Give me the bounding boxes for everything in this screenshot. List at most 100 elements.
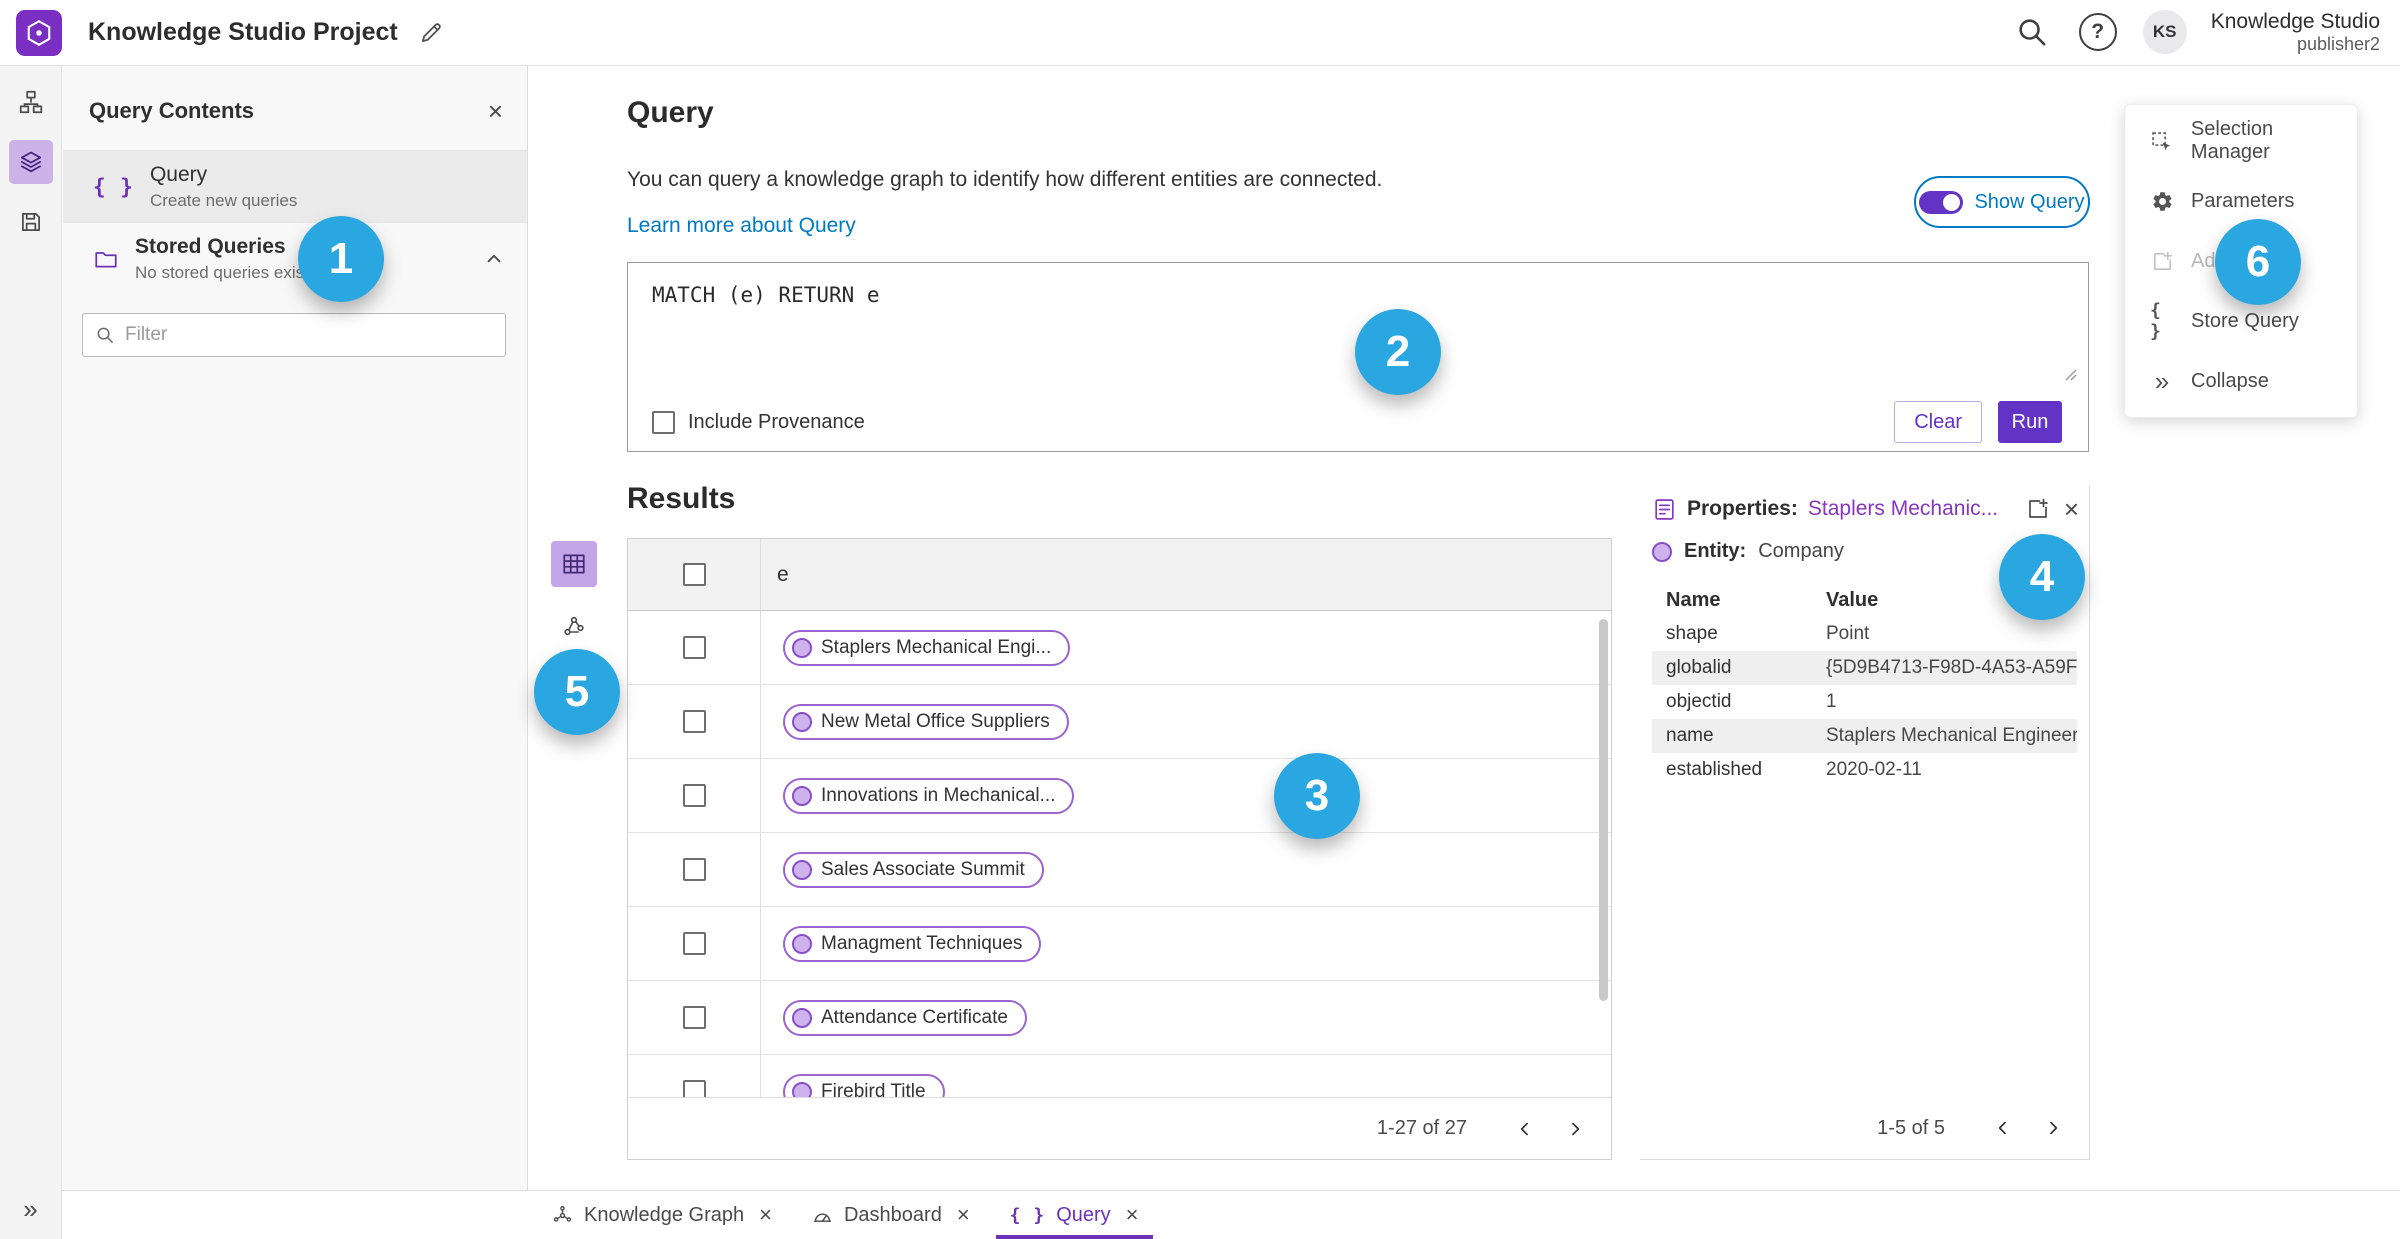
menu-item-selection-manager[interactable]: Selection Manager	[2125, 111, 2357, 171]
run-button[interactable]: Run	[1998, 401, 2062, 443]
search-icon[interactable]	[2011, 11, 2053, 53]
learn-more-link[interactable]: Learn more about Query	[627, 214, 856, 238]
properties-label: Properties:	[1687, 497, 1798, 520]
bottom-tab-bar: Knowledge Graph × Dashboard × { } Query …	[62, 1190, 2400, 1239]
entity-pill[interactable]: Firebird Title	[783, 1073, 945, 1097]
left-icon-rail: »	[0, 66, 62, 1239]
item-sublabel: No stored queries exist	[135, 262, 309, 282]
tab-knowledge-graph[interactable]: Knowledge Graph ×	[532, 1191, 792, 1239]
entity-dot-icon	[792, 637, 812, 658]
table-row[interactable]: Attendance Certificate	[628, 981, 1611, 1055]
table-row[interactable]: Sales Associate Summit	[628, 833, 1611, 907]
braces-icon: { }	[1009, 1204, 1046, 1226]
top-header: Knowledge Studio Project ? KS Knowledge …	[0, 0, 2400, 66]
help-icon[interactable]: ?	[2077, 11, 2119, 53]
entity-dot-icon	[792, 1007, 812, 1028]
entity-dot-icon	[1652, 541, 1672, 562]
panel-title: Query Contents	[89, 98, 255, 123]
collapse-icon: »	[2154, 366, 2170, 396]
query-title: Query	[627, 96, 714, 129]
user-info: Knowledge Studio publisher2	[2211, 10, 2380, 55]
query-description: You can query a knowledge graph to ident…	[627, 168, 1383, 191]
entity-pill[interactable]: Attendance Certificate	[783, 999, 1027, 1036]
entity-pill[interactable]: Managment Techniques	[783, 925, 1042, 962]
properties-table: Name Value shape Point globalid {5D9B4713-…	[1652, 583, 2077, 787]
chevron-up-icon[interactable]	[483, 248, 505, 270]
add-to-new-icon	[2150, 250, 2174, 273]
row-checkbox[interactable]	[682, 1080, 706, 1097]
table-view-icon[interactable]	[551, 541, 597, 587]
item-label: Stored Queries	[135, 234, 286, 258]
show-query-toggle[interactable]: Show Query	[1914, 176, 2090, 228]
table-row[interactable]: Staplers Mechanical Engi...	[628, 611, 1611, 685]
entity-type: Company	[1758, 540, 1844, 562]
row-checkbox[interactable]	[682, 1006, 706, 1029]
results-table: e Staplers Mechanical Engi... New Metal …	[627, 538, 1612, 1160]
link-chart-view-icon[interactable]	[551, 603, 597, 649]
filter-field	[82, 313, 506, 357]
results-scrollbar[interactable]	[1599, 619, 1608, 1001]
close-tab-icon[interactable]: ×	[957, 1204, 970, 1226]
entity-pill[interactable]: Sales Associate Summit	[783, 851, 1044, 888]
close-properties-icon[interactable]: ×	[2064, 496, 2079, 522]
query-editor-footer: Include Provenance Clear Run	[628, 393, 2088, 451]
clear-button[interactable]: Clear	[1894, 401, 1982, 443]
avatar[interactable]: KS	[2142, 10, 2187, 55]
save-icon[interactable]	[9, 200, 53, 244]
toggle-label: Show Query	[1974, 190, 2085, 213]
sidebar-item-stored-queries[interactable]: Stored Queries No stored queries exist	[63, 222, 527, 294]
annotation-badge-2: 2	[1355, 309, 1441, 395]
property-row: shape Point	[1666, 623, 1870, 644]
property-row: established 2020-02-11	[1666, 759, 1922, 780]
header-actions: ? KS Knowledge Studio publisher2	[2011, 10, 2380, 55]
selection-manager-icon	[2150, 130, 2174, 153]
resize-handle[interactable]	[2063, 367, 2079, 383]
row-checkbox[interactable]	[682, 858, 706, 881]
results-title: Results	[627, 482, 736, 515]
table-row[interactable]: New Metal Office Suppliers	[628, 685, 1611, 759]
entity-pill[interactable]: Staplers Mechanical Engi...	[783, 629, 1071, 666]
gear-icon	[2150, 190, 2174, 213]
query-code-input[interactable]: MATCH (e) RETURN e	[652, 283, 880, 307]
row-checkbox[interactable]	[682, 710, 706, 733]
include-provenance-checkbox[interactable]	[652, 410, 675, 434]
close-tab-icon[interactable]: ×	[759, 1204, 772, 1226]
next-page-icon[interactable]	[1555, 1109, 1595, 1149]
entity-label: Entity:	[1684, 540, 1747, 562]
hierarchy-icon[interactable]	[9, 80, 53, 124]
toggle-switch	[1919, 190, 1964, 214]
expand-rail-icon[interactable]: »	[23, 1194, 37, 1225]
entity-link[interactable]: Staplers Mechanic...	[1808, 497, 1998, 521]
select-all-checkbox[interactable]	[682, 563, 706, 586]
filter-input[interactable]	[125, 324, 493, 346]
prev-page-icon[interactable]	[1983, 1108, 2023, 1148]
table-row[interactable]: Innovations in Mechanical...	[628, 759, 1611, 833]
entity-pill[interactable]: New Metal Office Suppliers	[783, 703, 1069, 740]
tab-query[interactable]: { } Query ×	[990, 1191, 1159, 1239]
table-row[interactable]: Managment Techniques	[628, 907, 1611, 981]
next-page-icon[interactable]	[2033, 1108, 2073, 1148]
entity-dot-icon	[792, 711, 812, 732]
edit-title-icon[interactable]	[418, 20, 444, 46]
row-checkbox[interactable]	[682, 784, 706, 807]
close-panel-icon[interactable]: ×	[488, 98, 503, 124]
sidebar-item-query[interactable]: { } Query Create new queries	[63, 150, 527, 222]
user-role: publisher2	[2296, 34, 2380, 55]
prev-page-icon[interactable]	[1505, 1109, 1545, 1149]
app-logo-icon[interactable]	[16, 9, 62, 56]
layers-icon[interactable]	[8, 140, 53, 184]
property-row: globalid{5D9B4713-F98D-4A53-A59F-C11...	[1652, 651, 2077, 685]
add-to-new-icon[interactable]	[2026, 497, 2050, 521]
braces-icon: { }	[2150, 300, 2162, 342]
column-header-name: Name	[1666, 588, 1721, 611]
menu-item-collapse[interactable]: » Collapse	[2125, 351, 2357, 411]
row-checkbox[interactable]	[682, 636, 706, 659]
entity-dot-icon	[792, 1081, 812, 1097]
annotation-badge-4: 4	[1999, 534, 2085, 620]
close-tab-icon[interactable]: ×	[1126, 1204, 1139, 1226]
property-row: name Staplers Mechanical Engineering	[1652, 719, 2077, 753]
entity-pill[interactable]: Innovations in Mechanical...	[783, 777, 1075, 814]
row-checkbox[interactable]	[682, 932, 706, 955]
table-row[interactable]: Firebird Title	[628, 1055, 1611, 1097]
tab-dashboard[interactable]: Dashboard ×	[792, 1191, 990, 1239]
